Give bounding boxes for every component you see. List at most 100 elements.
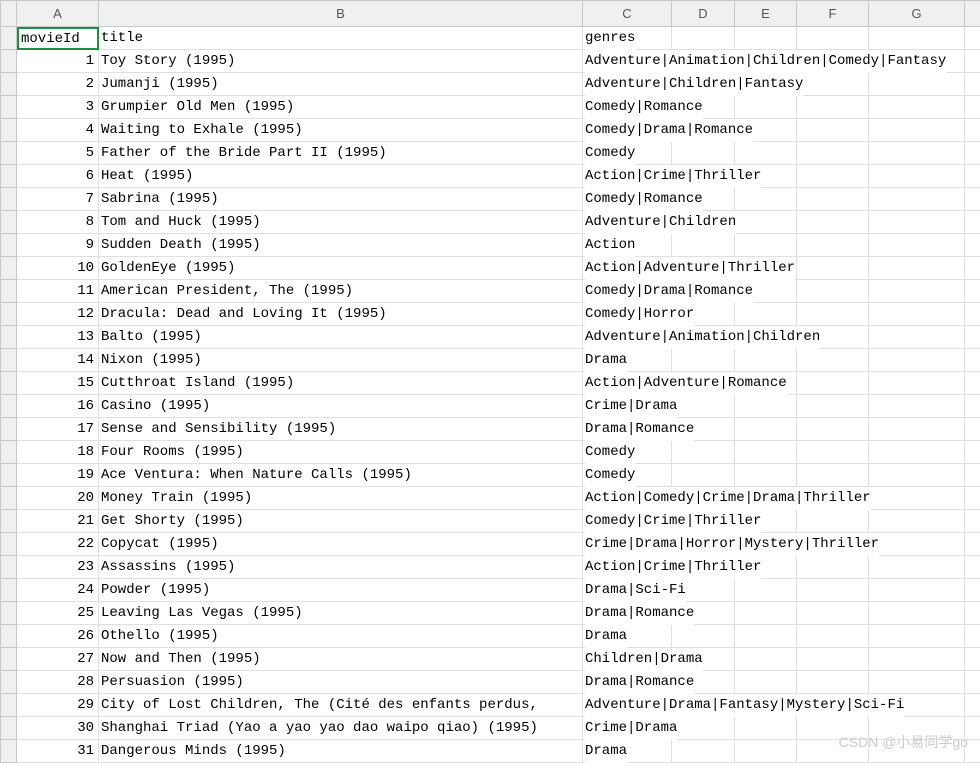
cell-empty[interactable] (869, 510, 965, 533)
cell-title[interactable]: Cutthroat Island (1995) (99, 372, 583, 395)
row-header[interactable] (1, 625, 17, 648)
row-header[interactable] (1, 73, 17, 96)
cell-id[interactable]: 2 (17, 73, 99, 96)
cell-empty[interactable] (965, 303, 980, 326)
cell-genres[interactable]: Comedy|Romance (583, 188, 672, 211)
cell-empty[interactable] (869, 487, 965, 510)
cell-empty[interactable] (735, 142, 797, 165)
row-header[interactable] (1, 602, 17, 625)
cell-empty[interactable] (797, 96, 869, 119)
cell-empty[interactable] (965, 602, 980, 625)
cell-empty[interactable] (735, 211, 797, 234)
cell-id[interactable]: 11 (17, 280, 99, 303)
cell-empty[interactable] (797, 349, 869, 372)
cell-title[interactable]: Heat (1995) (99, 165, 583, 188)
cell-empty[interactable] (869, 211, 965, 234)
cell-empty[interactable] (735, 717, 797, 740)
cell-empty[interactable] (735, 303, 797, 326)
cell-id[interactable]: 30 (17, 717, 99, 740)
row-header[interactable] (1, 349, 17, 372)
cell-title[interactable]: American President, The (1995) (99, 280, 583, 303)
cell-genres[interactable]: Children|Drama (583, 648, 672, 671)
cell-empty[interactable] (797, 142, 869, 165)
cell-empty[interactable] (797, 464, 869, 487)
cell-title[interactable]: Leaving Las Vegas (1995) (99, 602, 583, 625)
cell-id[interactable]: 27 (17, 648, 99, 671)
row-header[interactable] (1, 188, 17, 211)
cell-title[interactable]: Tom and Huck (1995) (99, 211, 583, 234)
cell-A1[interactable]: movieId (17, 27, 99, 50)
row-header[interactable] (1, 717, 17, 740)
cell-title[interactable]: Get Shorty (1995) (99, 510, 583, 533)
cell-empty[interactable] (869, 349, 965, 372)
cell-empty[interactable] (797, 27, 869, 50)
cell-empty[interactable] (869, 418, 965, 441)
cell-empty[interactable] (797, 73, 869, 96)
cell-empty[interactable] (797, 602, 869, 625)
row-header[interactable] (1, 533, 17, 556)
cell-empty[interactable] (869, 165, 965, 188)
cell-empty[interactable] (965, 510, 980, 533)
cell-empty[interactable] (869, 142, 965, 165)
cell-empty[interactable] (869, 73, 965, 96)
cell-title[interactable]: Now and Then (1995) (99, 648, 583, 671)
cell-id[interactable]: 3 (17, 96, 99, 119)
cell-empty[interactable] (965, 234, 980, 257)
cell-genres[interactable]: Comedy|Romance (583, 96, 672, 119)
cell-empty[interactable] (869, 27, 965, 50)
row-header[interactable] (1, 395, 17, 418)
cell-empty[interactable] (869, 625, 965, 648)
cell-genres[interactable]: Drama (583, 740, 672, 763)
cell-empty[interactable] (735, 625, 797, 648)
col-header-extra[interactable] (965, 1, 980, 27)
col-header-B[interactable]: B (99, 1, 583, 27)
cell-empty[interactable] (869, 326, 965, 349)
cell-empty[interactable] (869, 96, 965, 119)
cell-empty[interactable] (965, 441, 980, 464)
row-header[interactable] (1, 441, 17, 464)
cell-empty[interactable] (797, 441, 869, 464)
cell-empty[interactable] (869, 303, 965, 326)
cell-title[interactable]: Balto (1995) (99, 326, 583, 349)
cell-title[interactable]: Persuasion (1995) (99, 671, 583, 694)
cell-empty[interactable] (965, 27, 980, 50)
cell-empty[interactable] (965, 96, 980, 119)
cell-empty[interactable] (965, 326, 980, 349)
cell-id[interactable]: 12 (17, 303, 99, 326)
cell-title[interactable]: Sabrina (1995) (99, 188, 583, 211)
cell-empty[interactable] (672, 142, 735, 165)
cell-empty[interactable] (965, 579, 980, 602)
cell-empty[interactable] (869, 556, 965, 579)
cell-empty[interactable] (869, 579, 965, 602)
cell-genres[interactable]: Drama|Romance (583, 602, 672, 625)
cell-id[interactable]: 4 (17, 119, 99, 142)
cell-empty[interactable] (735, 441, 797, 464)
cell-B1[interactable]: title (99, 27, 583, 50)
cell-title[interactable]: Four Rooms (1995) (99, 441, 583, 464)
cell-title[interactable]: Jumanji (1995) (99, 73, 583, 96)
cell-id[interactable]: 25 (17, 602, 99, 625)
cell-empty[interactable] (797, 257, 869, 280)
cell-title[interactable]: Sense and Sensibility (1995) (99, 418, 583, 441)
cell-empty[interactable] (735, 96, 797, 119)
cell-genres[interactable]: Action (583, 234, 672, 257)
cell-genres[interactable]: Crime|Drama (583, 395, 672, 418)
cell-empty[interactable] (672, 349, 735, 372)
cell-empty[interactable] (797, 625, 869, 648)
cell-empty[interactable] (797, 280, 869, 303)
row-header[interactable] (1, 50, 17, 73)
cell-genres[interactable]: Adventure|Animation|Children (583, 326, 672, 349)
cell-empty[interactable] (965, 73, 980, 96)
cell-genres[interactable]: Crime|Drama (583, 717, 672, 740)
cell-title[interactable]: Father of the Bride Part II (1995) (99, 142, 583, 165)
cell-genres[interactable]: Action|Adventure|Thriller (583, 257, 672, 280)
cell-id[interactable]: 20 (17, 487, 99, 510)
col-header-A[interactable]: A (17, 1, 99, 27)
col-header-E[interactable]: E (735, 1, 797, 27)
row-header[interactable] (1, 234, 17, 257)
cell-empty[interactable] (869, 441, 965, 464)
cell-empty[interactable] (797, 188, 869, 211)
cell-genres[interactable]: Action|Comedy|Crime|Drama|Thriller (583, 487, 672, 510)
cell-empty[interactable] (797, 671, 869, 694)
cell-empty[interactable] (735, 188, 797, 211)
